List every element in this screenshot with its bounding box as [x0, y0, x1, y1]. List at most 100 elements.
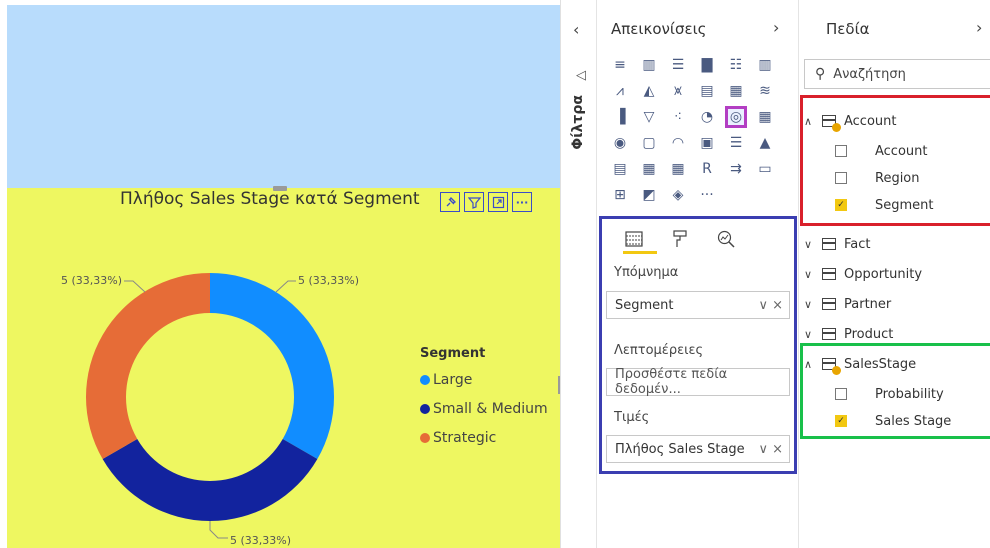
donut-visual-icon[interactable]: ◎ — [725, 106, 747, 128]
expand-chevron-icon[interactable]: ∨ — [804, 238, 820, 251]
data-label-leader-line — [124, 280, 146, 293]
table-visual-icon[interactable]: ▦ — [638, 158, 660, 180]
salesstage-table-highlight — [800, 343, 990, 439]
waterfall-visual-icon[interactable]: ▐ — [609, 106, 631, 128]
table-icon — [822, 298, 836, 310]
well-field-controls[interactable]: ∨ × — [758, 298, 783, 313]
slicer-visual-icon[interactable]: ▤ — [609, 158, 631, 180]
more-visual-icon[interactable]: ··· — [696, 184, 718, 206]
fields-tab-icon — [625, 231, 643, 247]
filters-pane-label[interactable]: Φίλτρα — [570, 95, 586, 150]
donut-slice-large[interactable] — [210, 273, 334, 459]
collapse-fields-chevron-icon[interactable]: › — [976, 18, 982, 37]
r-visual-visual-icon[interactable]: R — [696, 158, 718, 180]
expand-chevron-icon[interactable]: ∨ — [804, 268, 820, 281]
data-label-leader-line — [275, 280, 296, 293]
search-placeholder: Αναζήτηση — [833, 66, 906, 82]
stacked-area-visual-icon[interactable]: ⩙ — [667, 80, 689, 102]
clustered-bar-visual-icon[interactable]: ☰ — [667, 54, 689, 76]
100-bar-visual-icon[interactable]: ☷ — [725, 54, 747, 76]
report-canvas[interactable]: Πλήθος Sales Stage κατά Segment ··· 5 (3… — [0, 0, 562, 548]
table-icon — [822, 328, 836, 340]
legend-dot — [420, 432, 430, 443]
legend-dot — [420, 403, 430, 414]
values-well-label: Τιμές — [614, 410, 650, 425]
data-label: 5 (33,33%) — [61, 274, 122, 287]
paint-roller-icon — [673, 230, 687, 247]
details-well-placeholder: Προσθέστε πεδία δεδομέν... — [615, 367, 728, 397]
data-label: 5 (33,33%) — [298, 274, 359, 287]
azure-map-visual-icon[interactable]: ◩ — [638, 184, 660, 206]
values-well[interactable]: Πλήθος Sales Stage ∨ × — [606, 435, 790, 463]
well-field-controls[interactable]: ∨ × — [758, 442, 783, 457]
legend-dot — [420, 374, 430, 385]
key-influencers-visual-icon[interactable]: ⊞ — [609, 184, 631, 206]
kpi-visual-icon[interactable]: ▲ — [754, 132, 776, 154]
multi-row-card-visual-icon[interactable]: ☰ — [725, 132, 747, 154]
legend-item-large[interactable]: Large — [420, 365, 548, 394]
line-visual-icon[interactable]: ⩘ — [609, 80, 631, 102]
account-table-highlight — [800, 95, 990, 226]
expand-chevron-icon[interactable]: ∨ — [804, 298, 820, 311]
matrix-visual-icon[interactable]: ▦ — [667, 158, 689, 180]
filter-funnel-icon: ◁ — [576, 68, 586, 83]
filters-pane-collapsed[interactable]: ‹ ◁ Φίλτρα — [561, 0, 597, 548]
table-name: Partner — [844, 296, 892, 312]
table-fact[interactable]: ∨ Fact — [804, 231, 871, 257]
stacked-column-visual-icon[interactable]: ▥ — [638, 54, 660, 76]
ribbon-visual-icon[interactable]: ≋ — [754, 80, 776, 102]
gauge-visual-icon[interactable]: ◠ — [667, 132, 689, 154]
tab-analytics[interactable] — [711, 228, 741, 250]
treemap-visual-icon[interactable]: ▦ — [754, 106, 776, 128]
active-tab-indicator — [623, 251, 657, 254]
viz-pane-tabs — [619, 228, 741, 250]
canvas-blank-area[interactable] — [7, 5, 560, 188]
pie-visual-icon[interactable]: ◔ — [696, 106, 718, 128]
table-opportunity[interactable]: ∨ Opportunity — [804, 261, 922, 287]
legend-well[interactable]: Segment ∨ × — [606, 291, 790, 319]
clustered-column-visual-icon[interactable]: ▇ — [696, 54, 718, 76]
decomposition-visual-icon[interactable]: ⇉ — [725, 158, 747, 180]
visual-type-gallery: ≡ ▥ ☰ ▇ ☷ ▥ ⩘ ◭ ⩙ ▤ ▦ ≋ ▐ ▽ ⁖ ◔ ◎ ▦ ◉ ▢ ◠ ▣ ☰ ▲ ▤ ▦ ▦ R ⇉ ▭ ⊞ ◩ ◈ ··· — [609, 54, 778, 208]
tab-fields-build[interactable] — [619, 228, 649, 250]
expand-chevron-icon[interactable]: ∨ — [804, 328, 820, 341]
map-visual-icon[interactable]: ◉ — [609, 132, 631, 154]
legend-well-label: Υπόμνημα — [614, 265, 679, 280]
legend-label: Small & Medium — [433, 400, 548, 417]
visualizations-title: Απεικονίσεις — [611, 20, 707, 38]
funnel-visual-icon[interactable]: ▽ — [638, 106, 660, 128]
tab-format[interactable] — [665, 228, 695, 250]
details-well[interactable]: Προσθέστε πεδία δεδομέν... — [606, 367, 790, 397]
expand-filters-chevron-icon[interactable]: ‹ — [573, 20, 579, 39]
legend-well-field: Segment — [615, 297, 674, 313]
line-clustered-visual-icon[interactable]: ▦ — [725, 80, 747, 102]
stacked-bar-visual-icon[interactable]: ≡ — [609, 54, 631, 76]
table-name: Fact — [844, 236, 871, 252]
search-icon: ⚲ — [815, 66, 826, 82]
filled-map-visual-icon[interactable]: ▢ — [638, 132, 660, 154]
area-visual-icon[interactable]: ◭ — [638, 80, 660, 102]
legend-item-strategic[interactable]: Strategic — [420, 423, 548, 452]
table-partner[interactable]: ∨ Partner — [804, 291, 891, 317]
legend-item-small-medium[interactable]: Small & Medium — [420, 394, 548, 423]
line-column-visual-icon[interactable]: ▤ — [696, 80, 718, 102]
donut-slice-small-medium[interactable] — [102, 439, 318, 521]
diamond-visual-icon[interactable]: ◈ — [667, 184, 689, 206]
legend-label: Strategic — [433, 429, 497, 446]
table-name: Opportunity — [844, 266, 923, 282]
table-icon — [822, 238, 836, 250]
collapse-visualizations-chevron-icon[interactable]: › — [773, 18, 779, 37]
table-icon — [822, 268, 836, 280]
100-column-visual-icon[interactable]: ▥ — [754, 54, 776, 76]
details-well-label: Λεπτομέρειες — [614, 343, 704, 358]
table-name: Product — [844, 326, 894, 342]
data-label-leader-line — [209, 521, 228, 539]
fields-title: Πεδία — [826, 20, 870, 38]
fields-search-input[interactable]: ⚲ Αναζήτηση — [804, 59, 990, 89]
scatter-visual-icon[interactable]: ⁖ — [667, 106, 689, 128]
donut-slice-strategic[interactable] — [86, 273, 210, 459]
data-label: 5 (33,33%) — [230, 534, 291, 547]
qa-visual-icon[interactable]: ▭ — [754, 158, 776, 180]
card-visual-icon[interactable]: ▣ — [696, 132, 718, 154]
analytics-magnifier-icon — [717, 230, 735, 248]
